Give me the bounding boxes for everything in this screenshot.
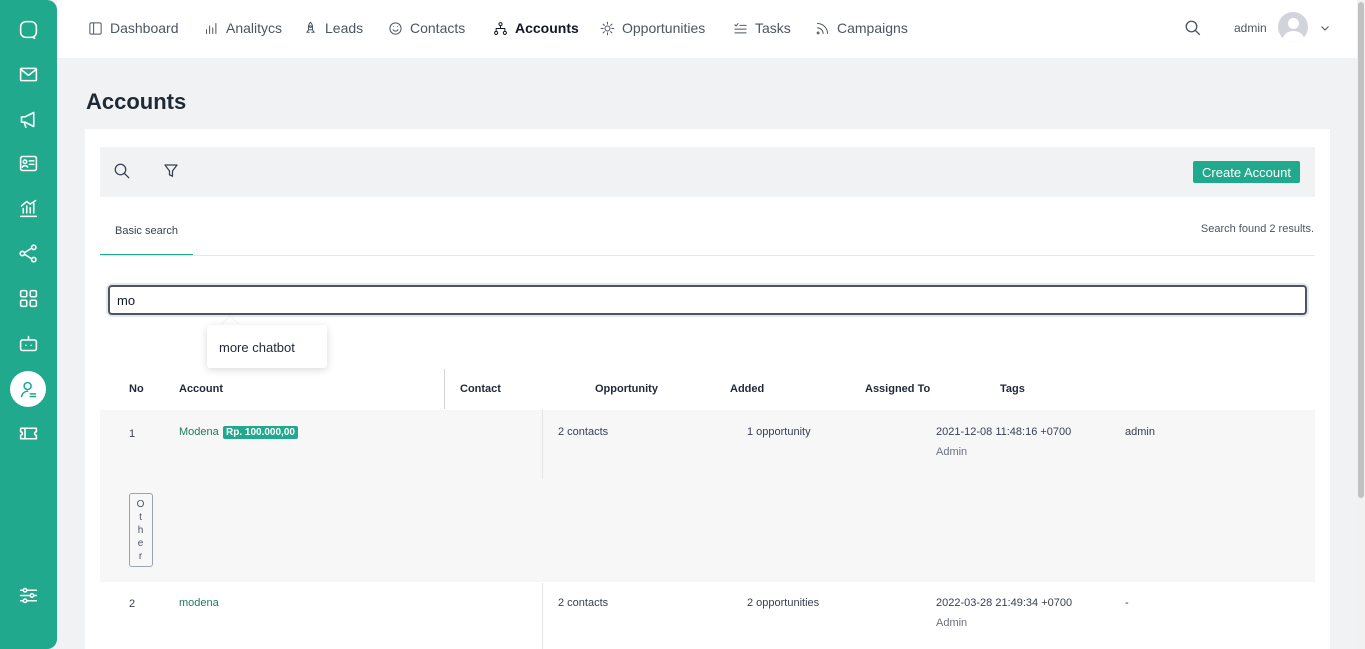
added-date: 2022-03-28 21:49:34 +0700 [936, 597, 1073, 609]
robot-icon[interactable] [10, 325, 46, 361]
nav-label: Accounts [515, 20, 579, 36]
row-number: 1 [129, 428, 136, 440]
added-by: Admin [936, 617, 968, 629]
avatar[interactable] [1278, 12, 1308, 42]
column-divider [542, 410, 543, 479]
opportunities-count[interactable]: 1 opportunity [747, 426, 811, 438]
grid-icon[interactable] [10, 280, 46, 316]
chart-icon[interactable] [10, 190, 46, 226]
nav-label: Analitycs [226, 20, 283, 36]
mail-icon[interactable] [10, 56, 46, 92]
nav-opportunities[interactable]: Opportunities [600, 18, 705, 38]
opportunities-count[interactable]: 2 opportunities [747, 597, 819, 609]
page-title: Accounts [86, 89, 187, 114]
top-navigation: Dashboard Analitycs Leads Contacts Accou… [57, 0, 1357, 58]
filter-icon [164, 164, 178, 177]
share-icon[interactable] [10, 235, 46, 271]
hierarchy-icon [494, 21, 507, 35]
nav-label: Campaigns [837, 20, 908, 36]
scrollbar-thumb[interactable] [1358, 2, 1364, 498]
contact-card-icon[interactable] [10, 145, 46, 181]
account-link[interactable]: modena [179, 597, 219, 609]
nav-analytics[interactable]: Analitycs [204, 18, 282, 38]
assigned-to: admin [1125, 426, 1155, 438]
search-icon [1185, 20, 1201, 36]
column-header-added[interactable]: Added [730, 383, 764, 395]
tab-basic-search[interactable]: Basic search [100, 210, 193, 256]
contacts-count[interactable]: 2 contacts [558, 426, 608, 438]
toolbar: Create Account [100, 147, 1315, 197]
nav-dashboard[interactable]: Dashboard [88, 18, 179, 38]
nav-label: Tasks [755, 20, 791, 36]
search-icon [114, 163, 130, 179]
column-header-account[interactable]: Account [179, 383, 223, 395]
column-header-contact[interactable]: Contact [460, 383, 501, 395]
tab-divider [100, 255, 1315, 256]
column-resize-handle[interactable] [444, 369, 445, 409]
contacts-count[interactable]: 2 contacts [558, 597, 608, 609]
search-toggle-button[interactable] [113, 162, 131, 185]
nav-label: Contacts [410, 20, 466, 36]
nav-contacts[interactable]: Contacts [388, 18, 465, 38]
nav-leads[interactable]: Leads [303, 18, 363, 38]
column-header-assigned-to[interactable]: Assigned To [865, 383, 930, 395]
column-header-no: No [129, 383, 144, 395]
assigned-to: - [1125, 597, 1129, 609]
nav-label: Dashboard [110, 20, 179, 36]
column-divider [542, 583, 543, 649]
added-date: 2021-12-08 11:48:16 +0700 [936, 426, 1072, 438]
sidebar [0, 0, 57, 649]
checklist-icon [734, 22, 747, 33]
create-account-button[interactable]: Create Account [1193, 161, 1300, 183]
results-count: Search found 2 results. [1200, 223, 1314, 235]
chevron-down-icon[interactable] [1319, 21, 1331, 39]
column-header-tags[interactable]: Tags [1000, 383, 1025, 395]
filter-button[interactable] [162, 162, 180, 185]
smile-icon [389, 21, 402, 35]
rocket-icon [306, 21, 315, 33]
nav-accounts[interactable]: Accounts [493, 18, 579, 38]
search-suggestion[interactable]: more chatbot [207, 325, 327, 368]
nav-label: Opportunities [622, 20, 706, 36]
nav-label: Leads [325, 20, 364, 36]
global-search-button[interactable] [1184, 19, 1202, 42]
megaphone-icon[interactable] [10, 101, 46, 137]
nav-campaigns[interactable]: Campaigns [815, 18, 908, 38]
account-link[interactable]: Modena [179, 426, 219, 438]
chat-icon[interactable] [10, 11, 46, 47]
column-header-opportunity[interactable]: Opportunity [595, 383, 658, 395]
bar-chart-icon [206, 22, 217, 34]
user-account-icon[interactable] [10, 371, 46, 407]
row-number: 2 [129, 598, 136, 610]
search-input[interactable] [108, 285, 1307, 315]
tag-other[interactable]: Other [129, 493, 153, 567]
rss-icon [816, 22, 828, 34]
sun-icon [600, 21, 615, 35]
settings-sliders-icon[interactable] [10, 577, 46, 613]
nav-tasks[interactable]: Tasks [733, 18, 791, 38]
value-badge: Rp. 100.000,00 [223, 426, 298, 439]
ticket-icon[interactable] [10, 415, 46, 451]
user-name[interactable]: admin [1234, 21, 1267, 35]
added-by: Admin [936, 446, 968, 458]
layout-icon [89, 21, 102, 35]
